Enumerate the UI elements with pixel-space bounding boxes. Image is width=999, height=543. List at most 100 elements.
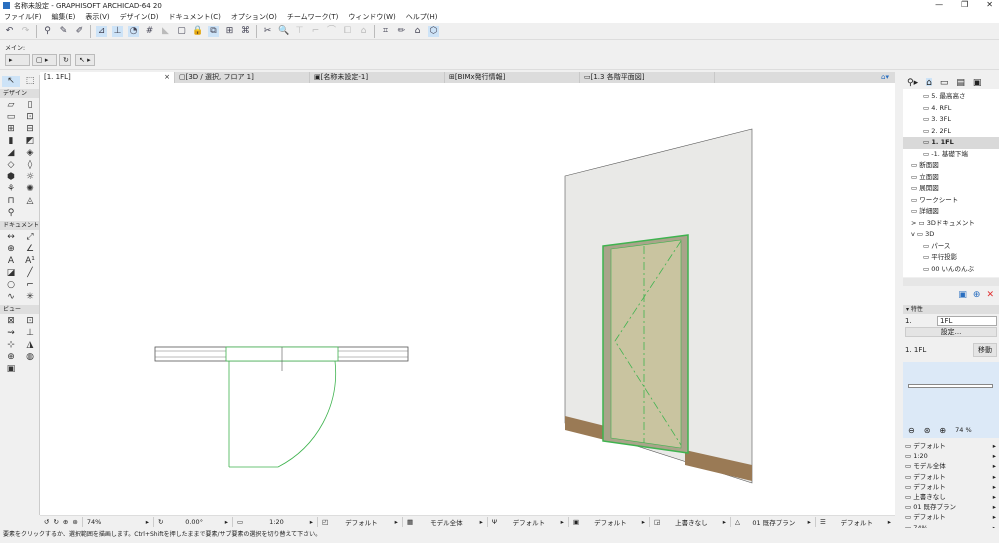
3d-view-icon[interactable]: ⬡ [428, 25, 439, 37]
section-tool-icon[interactable]: ⊠ [2, 316, 20, 327]
navigator-item[interactable]: v ▭ 3D [903, 229, 999, 241]
override-selector[interactable]: ◲ 上書きなし ▸ [650, 516, 731, 527]
offset-icon[interactable]: ⧠ [342, 26, 353, 37]
lamp-tool-icon[interactable]: ✺ [21, 184, 39, 195]
fillet-icon[interactable]: ⌒ [326, 26, 337, 37]
curtain-wall-icon[interactable]: ⊞ [2, 124, 20, 135]
delete-icon[interactable]: ✕ [986, 290, 994, 301]
dimension-tool-icon[interactable]: ↔ [2, 232, 20, 243]
zone-tool-icon[interactable]: ☼ [21, 172, 39, 183]
line-tool-icon[interactable]: ╱ [21, 268, 39, 279]
guide-lines-icon[interactable]: ⊿ [96, 25, 107, 37]
layout-book-icon[interactable]: ▤ [956, 78, 965, 88]
tab-3d[interactable]: ▢[3D / 選択, フロア 1] [175, 72, 310, 83]
layer-combination-selector[interactable]: ◰ デフォルト ▸ [318, 516, 403, 527]
fit-zoom-icon[interactable]: ⊛ [924, 426, 931, 435]
zoom-in-icon[interactable]: ⊕ [63, 518, 68, 526]
view-map-icon[interactable]: ▭ [940, 78, 949, 88]
camera-tool-icon[interactable]: ◍ [21, 352, 39, 363]
morph-icon[interactable]: ⌗ [380, 26, 391, 37]
view-property-row[interactable]: ▭ 01 既存プラン ▸ [903, 502, 999, 512]
project-map-icon[interactable]: ⌂ [926, 78, 932, 88]
skylight-tool-icon[interactable]: ◬ [21, 196, 39, 207]
trim-icon[interactable]: ✂ [262, 26, 273, 37]
navigator-item[interactable]: ▭ 平行投影 [903, 252, 999, 264]
undo-zoom-icon[interactable]: ↺ [44, 518, 49, 526]
arrow-tool-icon[interactable]: ↖ [2, 76, 20, 87]
zoom-in-icon[interactable]: ⊕ [939, 426, 946, 435]
location-tool-icon[interactable]: ⚲ [2, 208, 20, 219]
adjust-icon[interactable]: ⊤ [294, 26, 305, 37]
navigator-item[interactable]: ▭ 4. RFL [903, 103, 999, 115]
slab-tool-icon[interactable]: ◇ [2, 160, 20, 171]
worksheet-tool-icon[interactable]: ⊥ [21, 328, 39, 339]
grid-tool-icon[interactable]: ⊟ [21, 124, 39, 135]
angle-selector[interactable]: ↻ 0.00° ▸ [154, 516, 234, 527]
3d-house-icon[interactable]: ⌂ [412, 26, 423, 37]
pick-up-icon[interactable]: ⚲ [42, 26, 53, 37]
floor-plan-door[interactable] [154, 346, 409, 468]
menu-help[interactable]: ヘルプ(H) [406, 12, 438, 22]
spline-tool-icon[interactable]: ∿ [2, 292, 20, 303]
snap-guides-icon[interactable]: ⊥ [112, 25, 123, 37]
pen-set-selector[interactable]: Ψ デフォルト ▸ [488, 516, 569, 527]
tab-close-icon[interactable]: × [164, 72, 170, 83]
navigator-item[interactable]: ▭ 展開図 [903, 183, 999, 195]
navigator-item[interactable]: ▭ ワークシート [903, 195, 999, 207]
mesh-tool-icon[interactable]: ◊ [21, 160, 39, 171]
story-name-input[interactable]: 1FL [937, 315, 997, 326]
marquee-tool-icon[interactable]: ⬚ [21, 76, 39, 87]
drawing-canvas[interactable] [40, 83, 895, 515]
view-property-row[interactable]: ▭ デフォルト ▸ [903, 482, 999, 492]
change-tool-icon[interactable]: ◮ [21, 340, 39, 351]
trace-icon[interactable]: ◣ [160, 26, 171, 37]
menu-design[interactable]: デザイン(D) [120, 12, 159, 22]
tab-untitled[interactable]: ▣[名称未設定-1] [310, 72, 445, 83]
window-tool-icon[interactable]: ⊡ [21, 112, 39, 123]
restore-button[interactable]: ❐ [961, 0, 968, 9]
navigator-item[interactable]: ▭ 1. 1FL [903, 137, 999, 149]
syringe-icon[interactable]: ✐ [74, 26, 85, 37]
settings-button[interactable]: 設定... [905, 327, 997, 337]
text-tool-icon[interactable]: A [2, 256, 20, 267]
menu-teamwork[interactable]: チームワーク(T) [287, 12, 339, 22]
menu-view[interactable]: 表示(V) [85, 12, 109, 22]
view-property-row[interactable]: ▭ 上書きなし ▸ [903, 492, 999, 502]
shell-tool-icon[interactable]: ◈ [21, 148, 39, 159]
new-view-icon[interactable]: ⊕ [973, 290, 981, 301]
tab-list-button[interactable]: ⌂▾ [715, 72, 895, 83]
navigator-item[interactable]: ▭ 詳細図 [903, 206, 999, 218]
menu-edit[interactable]: 編集(E) [52, 12, 76, 22]
3d-document-icon[interactable]: ⊕ [2, 352, 20, 363]
grid-icon[interactable]: # [144, 26, 155, 37]
renovation-selector[interactable]: △ 01 既存プラン ▸ [731, 516, 816, 527]
close-button[interactable]: ✕ [986, 0, 993, 9]
menu-window[interactable]: ウィンドウ(W) [348, 12, 395, 22]
navigator-item[interactable]: ▭ 00 いんのんぶ [903, 264, 999, 276]
interior-elevation-icon[interactable]: ⇝ [2, 328, 20, 339]
mvo-selector[interactable]: ▣ デフォルト ▸ [569, 516, 650, 527]
redo-zoom-icon[interactable]: ↻ [53, 518, 58, 526]
detail-tool-icon[interactable]: ⊹ [2, 340, 20, 351]
3d-wall-door[interactable] [564, 128, 753, 484]
navigator-item[interactable]: ▭ -1. 基礎下端 [903, 149, 999, 161]
view-property-row[interactable]: ▭ デフォルト ▸ [903, 512, 999, 522]
view-property-row[interactable]: ▭ デフォルト ▸ [903, 472, 999, 482]
publisher-icon[interactable]: ▣ [973, 78, 982, 88]
move-button[interactable]: 移動 [973, 343, 997, 357]
morph-tool-icon[interactable]: ⬢ [2, 172, 20, 183]
menu-file[interactable]: ファイル(F) [4, 12, 42, 22]
navigator-options-icon[interactable]: ⚲▸ [907, 78, 918, 88]
tab-bimx[interactable]: ⊞[BIMx発行情報] [445, 72, 580, 83]
fill-tool-icon[interactable]: ◪ [2, 268, 20, 279]
zoom-icon[interactable]: 🔍 [278, 26, 289, 37]
drawing-tool-icon[interactable]: ▣ [2, 364, 20, 375]
tab-floor-plans[interactable]: ▭[1.3 各階平面図] [580, 72, 715, 83]
redo-icon[interactable]: ↷ [20, 26, 31, 37]
radial-dimension-icon[interactable]: ⊕ [2, 244, 20, 255]
polyline-tool-icon[interactable]: ⌐ [21, 280, 39, 291]
navigator-item[interactable]: > ▭ 3Dドキュメント [903, 218, 999, 230]
undo-icon[interactable]: ↶ [4, 26, 15, 37]
column-tool-icon[interactable]: ▯ [21, 100, 39, 111]
navigator-item[interactable]: ▭ 5. 最高高さ [903, 91, 999, 103]
